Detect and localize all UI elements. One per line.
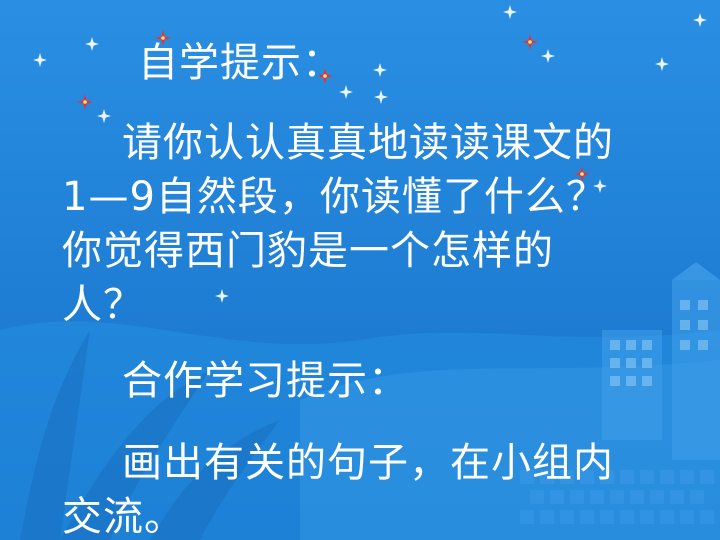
self-study-line-4: 人？	[62, 282, 144, 328]
heading-self-study: 自学提示：	[138, 40, 343, 86]
self-study-line-3: 你觉得西门豹是一个怎样的	[62, 228, 554, 274]
self-study-line-2: 1—9自然段，你读懂了什么？	[62, 174, 607, 220]
self-study-line-1: 请你认认真真地读读课文的	[122, 120, 614, 166]
cooperative-line-2: 交流。	[62, 494, 185, 540]
cooperative-line-1: 画出有关的句子，在小组内	[122, 440, 614, 486]
heading-cooperative: 合作学习提示：	[122, 358, 409, 404]
star-center-dot	[528, 40, 532, 44]
slide: 自学提示： 请你认认真真地读读课文的 1—9自然段，你读懂了什么？ 你觉得西门豹…	[0, 0, 720, 540]
star-center-dot	[83, 100, 87, 104]
